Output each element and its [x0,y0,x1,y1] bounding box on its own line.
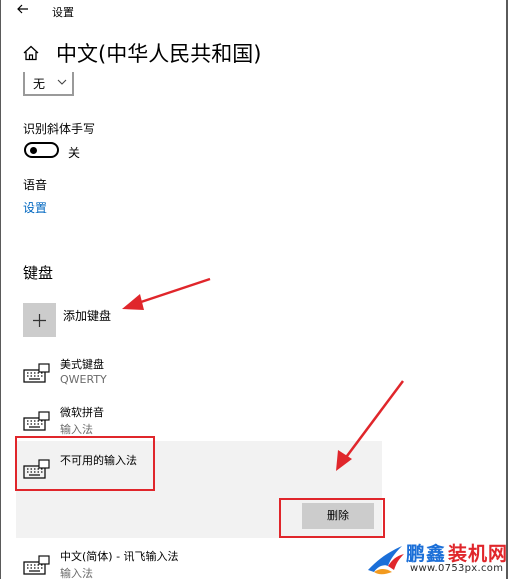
speech-label: 语音 [23,178,48,192]
keyboard-subtitle: 输入法 [60,567,93,579]
plus-icon [33,314,46,327]
keyboard-icon [23,411,50,431]
title-bar: 设置 [0,0,508,26]
remove-button[interactable]: 删除 [302,503,374,529]
keyboard-subtitle: QWERTY [60,373,107,386]
toggle-knob [30,147,37,154]
watermark-url: www.0753px.com [410,563,504,574]
home-icon[interactable] [22,44,40,62]
page-title: 中文(中华人民共和国) [56,42,262,66]
keyboard-name: 微软拼音 [60,406,104,419]
keyboard-item-us[interactable]: 美式键盘 QWERTY [16,354,382,398]
bird-logo-icon [368,546,404,575]
keyboard-subtitle: 输入法 [60,423,93,436]
keyboard-icon [23,555,50,575]
keyboard-item-pinyin[interactable]: 微软拼音 输入法 [16,402,382,446]
add-tile [23,303,56,337]
keyboard-item-unavailable[interactable]: 不可用的输入法 [16,450,382,494]
watermark-brand-suffix: 装机网 [448,543,508,565]
keyboard-item-xunfei[interactable]: 中文(简体) - 讯飞输入法 输入法 [16,546,382,579]
keyboard-icon [23,363,50,383]
keyboard-section-heading: 键盘 [23,264,54,282]
handwriting-label: 识别斜体手写 [23,122,96,136]
annotation-arrow-add [134,277,211,306]
toggle-state-text: 关 [68,146,81,160]
keyboard-name: 美式键盘 [60,358,104,371]
handwriting-font-dropdown[interactable]: 无 [23,72,74,96]
app-title: 设置 [52,6,74,19]
add-keyboard-label: 添加键盘 [63,309,112,323]
watermark: 鹏鑫 装机网 www.0753px.com [366,538,508,579]
keyboard-name: 不可用的输入法 [60,454,137,467]
keyboard-name: 中文(简体) - 讯飞输入法 [60,550,179,563]
add-keyboard-button[interactable]: 添加键盘 [23,303,323,339]
speech-settings-link[interactable]: 设置 [23,199,47,216]
watermark-brand: 鹏鑫 [406,543,447,565]
chevron-down-icon [57,79,67,85]
keyboard-icon [23,459,50,479]
back-arrow-icon[interactable] [16,2,30,16]
handwriting-toggle[interactable] [24,142,59,158]
dropdown-value: 无 [33,77,46,91]
